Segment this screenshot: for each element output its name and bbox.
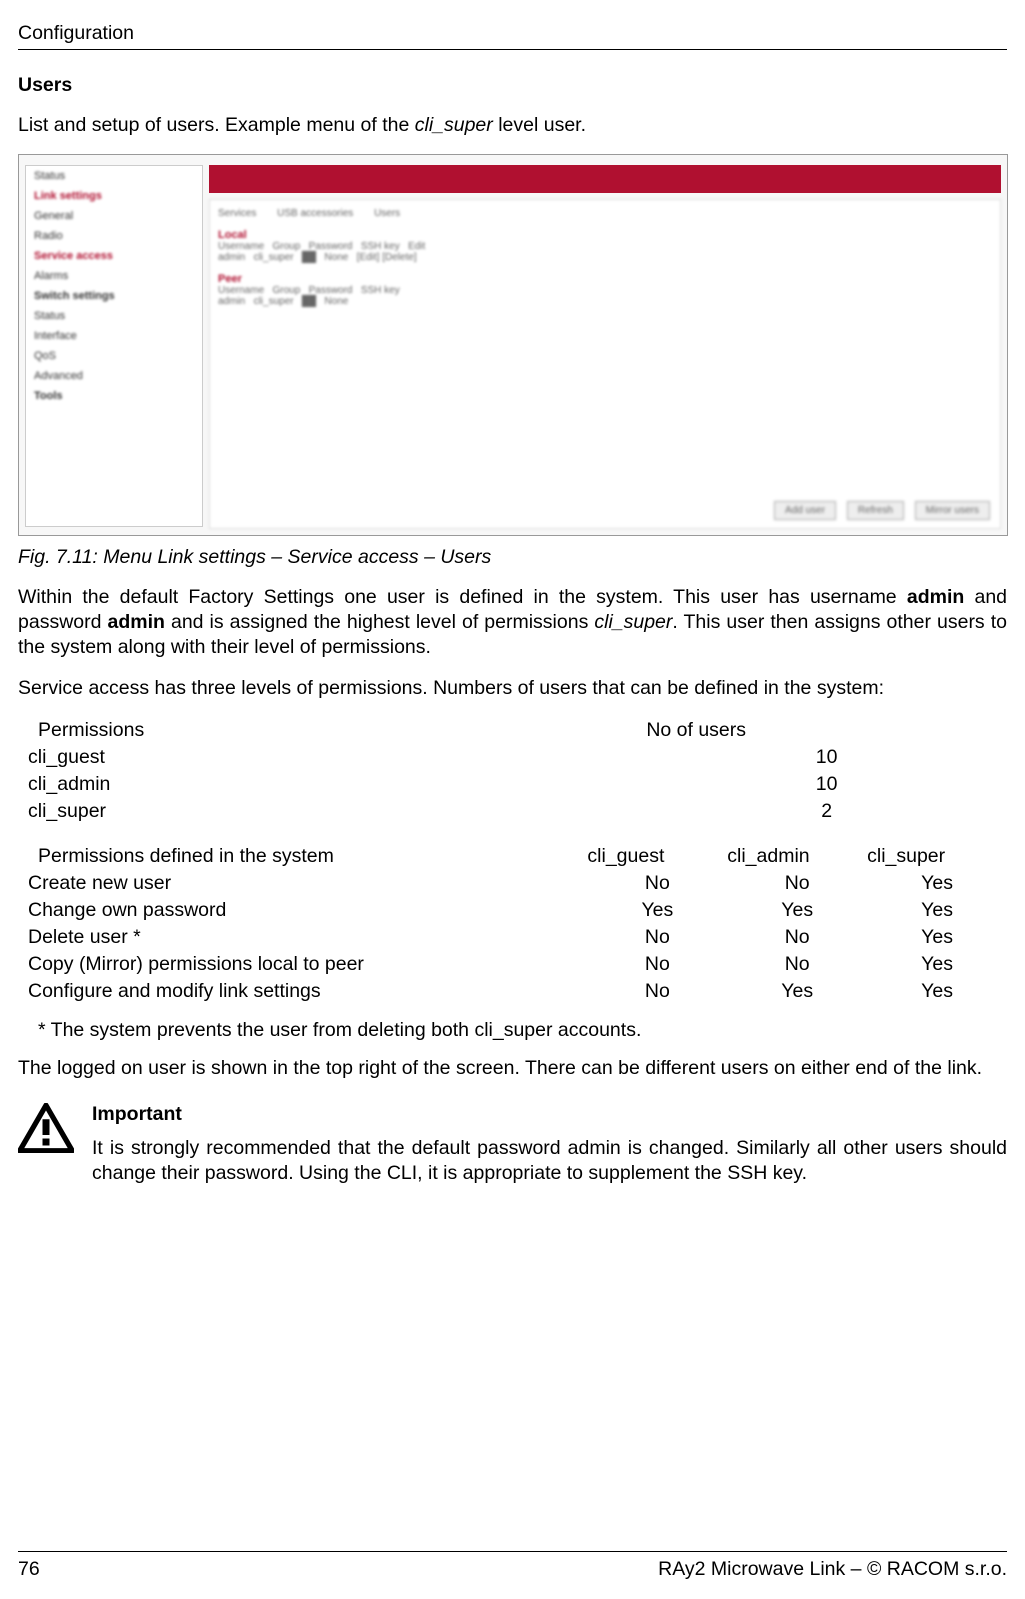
paragraph-1: Within the default Factory Settings one … <box>18 585 1007 660</box>
td-num: 10 <box>646 744 1007 771</box>
table-row: cli_guest 10 <box>28 744 1007 771</box>
table-footnote: * The system prevents the user from dele… <box>38 1019 1007 1042</box>
td-s: Yes <box>867 978 1007 1005</box>
intro-em: cli_super <box>415 114 493 136</box>
p1-a: Within the default Factory Settings one … <box>18 586 907 608</box>
footer-right: RAy2 Microwave Link – © RACOM s.r.o. <box>658 1558 1007 1581</box>
td-a: Yes <box>727 897 867 924</box>
td-perm: cli_super <box>28 798 646 825</box>
shot-menu-item: Switch settings <box>26 286 202 306</box>
permissions-matrix-table: Permissions defined in the system cli_gu… <box>28 843 1007 1005</box>
paragraph-3: The logged on user is shown in the top r… <box>18 1056 1007 1081</box>
td-perm: cli_admin <box>28 771 646 798</box>
td-num: 10 <box>646 771 1007 798</box>
shot-content: Services USB accessories Users Local Use… <box>209 199 1001 529</box>
important-title: Important <box>92 1103 1007 1126</box>
table-header-row: Permissions No of users <box>28 717 1007 744</box>
shot-menu-item: Service access <box>26 246 202 266</box>
shot-menu-item: Link settings <box>26 186 202 206</box>
th-permissions: Permissions <box>28 717 646 744</box>
intro-text-a: List and setup of users. Example menu of… <box>18 114 415 136</box>
important-block: Important It is strongly recommended tha… <box>18 1103 1007 1186</box>
figure-caption: Fig. 7.11: Menu Link settings – Service … <box>18 546 1007 569</box>
td-label: Create new user <box>28 870 587 897</box>
shot-tab: Users <box>374 208 400 219</box>
th-cli-admin: cli_admin <box>727 843 867 870</box>
shot-menu-item: Alarms <box>26 266 202 286</box>
td-g: No <box>587 951 727 978</box>
paragraph-2: Service access has three levels of permi… <box>18 676 1007 701</box>
td-g: No <box>587 870 727 897</box>
table-row: Change own password Yes Yes Yes <box>28 897 1007 924</box>
shot-menu-item: Radio <box>26 226 202 246</box>
th-cli-guest: cli_guest <box>587 843 727 870</box>
p1-d: admin <box>108 611 165 633</box>
shot-topbar <box>209 165 1001 193</box>
p1-e: and is assigned the highest level of per… <box>165 611 594 633</box>
td-label: Copy (Mirror) permissions local to peer <box>28 951 587 978</box>
td-s: Yes <box>867 897 1007 924</box>
shot-group-title: Local <box>218 229 992 241</box>
shot-group-title: Peer <box>218 273 992 285</box>
th-cli-super: cli_super <box>867 843 1007 870</box>
td-a: No <box>727 951 867 978</box>
table-row: Copy (Mirror) permissions local to peer … <box>28 951 1007 978</box>
td-label: Change own password <box>28 897 587 924</box>
td-a: No <box>727 870 867 897</box>
td-a: No <box>727 924 867 951</box>
td-g: No <box>587 978 727 1005</box>
shot-tab: Services <box>218 208 256 219</box>
shot-button: Refresh <box>847 501 904 520</box>
header-rule <box>18 49 1007 50</box>
p1-b: admin <box>907 586 964 608</box>
warning-icon <box>18 1103 74 1153</box>
shot-menu-item: Advanced <box>26 366 202 386</box>
th-perm-defined: Permissions defined in the system <box>28 843 587 870</box>
p1-em: cli_super <box>594 611 672 633</box>
table-row: Configure and modify link settings No Ye… <box>28 978 1007 1005</box>
td-s: Yes <box>867 870 1007 897</box>
shot-sidebar: Status Link settings General Radio Servi… <box>25 165 203 527</box>
table-header-row: Permissions defined in the system cli_gu… <box>28 843 1007 870</box>
page-footer: 76 RAy2 Microwave Link – © RACOM s.r.o. <box>18 1551 1007 1581</box>
table-row: Create new user No No Yes <box>28 870 1007 897</box>
figure-screenshot: Status Link settings General Radio Servi… <box>18 154 1008 536</box>
table-row: cli_admin 10 <box>28 771 1007 798</box>
shot-button: Add user <box>774 501 836 520</box>
td-perm: cli_guest <box>28 744 646 771</box>
shot-menu-item: Interface <box>26 326 202 346</box>
section-title: Users <box>18 74 1007 97</box>
td-g: No <box>587 924 727 951</box>
intro-text-b: level user. <box>493 114 586 136</box>
td-a: Yes <box>727 978 867 1005</box>
running-header: Configuration <box>18 22 1007 45</box>
table-row: cli_super 2 <box>28 798 1007 825</box>
td-num: 2 <box>646 798 1007 825</box>
shot-tab: USB accessories <box>277 208 353 219</box>
shot-menu-item: Tools <box>26 386 202 406</box>
important-body: It is strongly recommended that the defa… <box>92 1136 1007 1186</box>
page-number: 76 <box>18 1558 40 1581</box>
td-label: Configure and modify link settings <box>28 978 587 1005</box>
table-row: Delete user * No No Yes <box>28 924 1007 951</box>
td-label: Delete user * <box>28 924 587 951</box>
shot-button: Mirror users <box>915 501 990 520</box>
shot-menu-item: Status <box>26 166 202 186</box>
th-no-of-users: No of users <box>646 717 1007 744</box>
td-s: Yes <box>867 951 1007 978</box>
shot-menu-item: QoS <box>26 346 202 366</box>
shot-menu-item: General <box>26 206 202 226</box>
td-s: Yes <box>867 924 1007 951</box>
shot-menu-item: Status <box>26 306 202 326</box>
permissions-count-table: Permissions No of users cli_guest 10 cli… <box>28 717 1007 825</box>
td-g: Yes <box>587 897 727 924</box>
intro-paragraph: List and setup of users. Example menu of… <box>18 113 1007 138</box>
